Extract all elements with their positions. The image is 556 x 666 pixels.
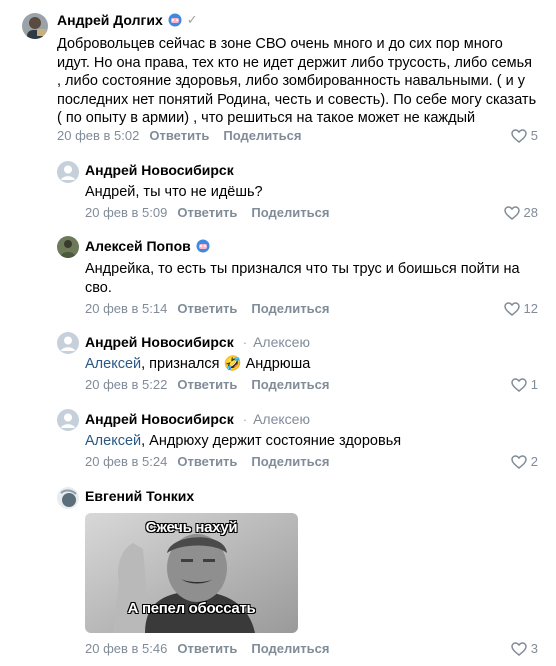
comment-reply: Андрей Новосибирск Андрей, ты что не идё… — [0, 150, 556, 226]
author-name[interactable]: Андрей Новосибирск — [85, 334, 234, 350]
comment-text: Андрейка, то есть ты признался что ты тр… — [85, 261, 520, 296]
like-count: 2 — [530, 454, 538, 469]
comment-text: Андрей, ты что не идёшь? — [85, 184, 263, 200]
like-button[interactable]: 12 — [503, 301, 538, 316]
mask-badge-icon — [196, 239, 210, 253]
mention-link[interactable]: Алексей — [85, 356, 141, 372]
comment-meta: 20 фев в 5:24 Ответить Поделиться — [85, 454, 343, 469]
author-name[interactable]: Евгений Тонких — [85, 488, 194, 504]
like-count: 28 — [523, 205, 538, 220]
comment-text-body: , Андрюху держит состояние здоровья — [141, 433, 402, 449]
avatar[interactable] — [57, 487, 79, 509]
comment-text: Алексей, признался 🤣 Андрюша — [85, 355, 535, 374]
like-button[interactable]: 5 — [511, 128, 538, 143]
like-button[interactable]: 1 — [511, 377, 538, 392]
heart-icon — [511, 377, 527, 392]
reply-to-name[interactable]: Алексею — [253, 334, 310, 350]
check-icon: ✓ — [186, 12, 198, 27]
share-button[interactable]: Поделиться — [251, 641, 329, 656]
like-button[interactable]: 28 — [503, 205, 538, 220]
comment-date[interactable]: 20 фев в 5:09 — [85, 205, 167, 220]
comment-reply: Евгений Тонких Сжечь нахуй А пепел обосс… — [0, 478, 556, 666]
reply-to-name[interactable]: Алексею — [253, 411, 310, 427]
reply-button[interactable]: Ответить — [177, 641, 237, 656]
avatar[interactable] — [57, 161, 79, 183]
comment-date[interactable]: 20 фев в 5:14 — [85, 301, 167, 316]
reply-button[interactable]: Ответить — [177, 301, 237, 316]
author-line: Андрей Долгих ✓ — [57, 12, 198, 28]
comment-date[interactable]: 20 фев в 5:02 — [57, 128, 139, 143]
comment-meta: 20 фев в 5:22 Ответить Поделиться — [85, 377, 343, 392]
avatar[interactable] — [22, 13, 48, 39]
author-name[interactable]: Андрей Долгих — [57, 12, 163, 28]
heart-icon — [503, 205, 520, 220]
like-count: 5 — [530, 128, 538, 143]
heart-icon — [511, 641, 527, 656]
author-line: Андрей Новосибирск · Алексею — [85, 334, 310, 350]
author-line: Андрей Новосибирск · Алексею — [85, 411, 310, 427]
like-button[interactable]: 2 — [511, 454, 538, 469]
author-name[interactable]: Андрей Новосибирск — [85, 411, 234, 427]
comment-reply: Андрей Новосибирск · Алексею Алексей, Ан… — [0, 402, 556, 478]
author-line: Евгений Тонких — [85, 488, 194, 504]
share-button[interactable]: Поделиться — [251, 301, 329, 316]
author-name[interactable]: Алексей Попов — [85, 238, 191, 254]
comment-text: Добровольцев сейчас в зоне СВО очень мно… — [57, 36, 537, 127]
share-button[interactable]: Поделиться — [223, 128, 301, 143]
share-button[interactable]: Поделиться — [251, 205, 329, 220]
mask-badge-icon — [168, 13, 182, 27]
heart-icon — [503, 301, 520, 316]
heart-icon — [511, 128, 527, 143]
separator-dot: · — [242, 334, 248, 350]
author-line: Андрей Новосибирск — [85, 162, 234, 178]
comment-text: Алексей, Андрюху держит состояние здоров… — [85, 432, 535, 451]
like-count: 12 — [523, 301, 538, 316]
avatar[interactable] — [57, 236, 79, 258]
comment-meta: 20 фев в 5:14 Ответить Поделиться — [85, 301, 343, 316]
avatar[interactable] — [57, 332, 79, 354]
reply-button[interactable]: Ответить — [177, 205, 237, 220]
like-count: 1 — [530, 377, 538, 392]
reply-button[interactable]: Ответить — [149, 128, 209, 143]
photo-caption-top: Сжечь нахуй — [145, 519, 238, 536]
comment-date[interactable]: 20 фев в 5:24 — [85, 454, 167, 469]
heart-icon — [511, 454, 527, 469]
reply-button[interactable]: Ответить — [177, 454, 237, 469]
separator-dot: · — [242, 411, 248, 427]
comment-meta: 20 фев в 5:09 Ответить Поделиться — [85, 205, 343, 220]
mention-link[interactable]: Алексей — [85, 433, 141, 449]
comment-date[interactable]: 20 фев в 5:46 — [85, 641, 167, 656]
avatar[interactable] — [57, 409, 79, 431]
comment: Андрей Долгих ✓ Добровольцев сейчас в зо… — [0, 0, 556, 150]
author-line: Алексей Попов — [85, 238, 210, 254]
author-name[interactable]: Андрей Новосибирск — [85, 162, 234, 178]
attached-photo[interactable]: Сжечь нахуй А пепел обоссать — [85, 513, 298, 633]
like-count: 3 — [530, 641, 538, 656]
like-button[interactable]: 3 — [511, 641, 538, 656]
comment-meta: 20 фев в 5:46 Ответить Поделиться — [85, 641, 343, 656]
photo-caption-bottom: А пепел обоссать — [127, 600, 256, 617]
comment-date[interactable]: 20 фев в 5:22 — [85, 377, 167, 392]
comment-meta: 20 фев в 5:02 Ответить Поделиться — [57, 128, 315, 143]
comment-reply: Андрей Новосибирск · Алексею Алексей, пр… — [0, 326, 556, 402]
comment-reply: Алексей Попов Андрейка, то есть ты призн… — [0, 226, 556, 326]
reply-button[interactable]: Ответить — [177, 377, 237, 392]
share-button[interactable]: Поделиться — [251, 377, 329, 392]
share-button[interactable]: Поделиться — [251, 454, 329, 469]
comment-text-body: , признался 🤣 Андрюша — [141, 356, 311, 372]
